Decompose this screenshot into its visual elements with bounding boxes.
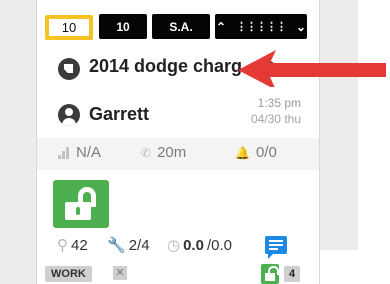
signal-value: N/A	[76, 144, 102, 161]
odometer-value: 0.0	[183, 236, 204, 254]
alerts-value: 0/0	[255, 144, 277, 161]
vehicle-title[interactable]: 2014 dodge charg	[89, 56, 241, 77]
signal-stat: N/A	[58, 144, 101, 161]
lock-body-icon	[65, 202, 91, 220]
work-badge[interactable]: WORK	[45, 266, 92, 282]
clock-icon: ◷	[167, 237, 181, 254]
wrench-icon: 🔧	[107, 237, 126, 254]
tab-sa[interactable]: S.A.	[152, 14, 210, 39]
bell-icon: 🔔	[235, 145, 250, 160]
odometer-metric: ◷ 0.0/0.0	[167, 236, 232, 255]
card-footer: WORK ✕ 4	[37, 264, 319, 284]
driver-row[interactable]: Garrett 1:35 pm 04/30 thu	[37, 92, 319, 136]
left-panel-background	[0, 0, 36, 284]
right-panel-background	[318, 0, 358, 250]
signal-bars-icon	[58, 146, 70, 159]
tab-10-active[interactable]: 10	[45, 15, 93, 40]
search-icon: ⚲	[57, 237, 68, 254]
phone-icon: ✆	[141, 145, 152, 160]
dot-grid-icon: ⋮⋮⋮⋮⋮	[236, 21, 287, 33]
tools-value: 2/4	[128, 236, 150, 254]
call-duration-value: 20m	[157, 144, 187, 161]
count-badge: 4	[284, 266, 301, 282]
tab-10[interactable]: 10	[99, 14, 147, 39]
alerts-stat: 🔔 0/0	[235, 144, 277, 161]
stats-row: N/A ✆ 20m 🔔 0/0	[37, 138, 319, 170]
driver-avatar-icon	[58, 104, 80, 126]
chat-icon[interactable]	[265, 236, 287, 259]
last-update-time: 1:35 pm	[257, 96, 301, 110]
driver-name[interactable]: Garrett	[89, 104, 149, 125]
call-duration-stat: ✆ 20m	[141, 144, 186, 161]
last-update-date: 04/30 thu	[250, 112, 301, 126]
unlock-button[interactable]	[53, 180, 109, 228]
chevron-down-icon: ⌄	[296, 19, 307, 34]
vehicle-card: 10 10 S.A. ⌃ ⋮⋮⋮⋮⋮ ⌄ 2014 dodge charg + …	[36, 0, 320, 284]
annotation-arrow-icon	[238, 50, 386, 87]
tag-icon	[58, 58, 80, 80]
chevron-up-icon: ⌃	[215, 19, 226, 34]
tools-metric: 🔧 2/4	[107, 236, 150, 255]
small-unlock-icon[interactable]	[261, 264, 279, 284]
odometer-total: /0.0	[206, 236, 232, 254]
close-icon[interactable]: ✕	[113, 266, 127, 280]
search-metric: ⚲ 42	[57, 236, 88, 255]
search-count: 42	[71, 236, 88, 254]
toolbar-menu-button[interactable]: ⌃ ⋮⋮⋮⋮⋮ ⌄	[215, 14, 307, 39]
